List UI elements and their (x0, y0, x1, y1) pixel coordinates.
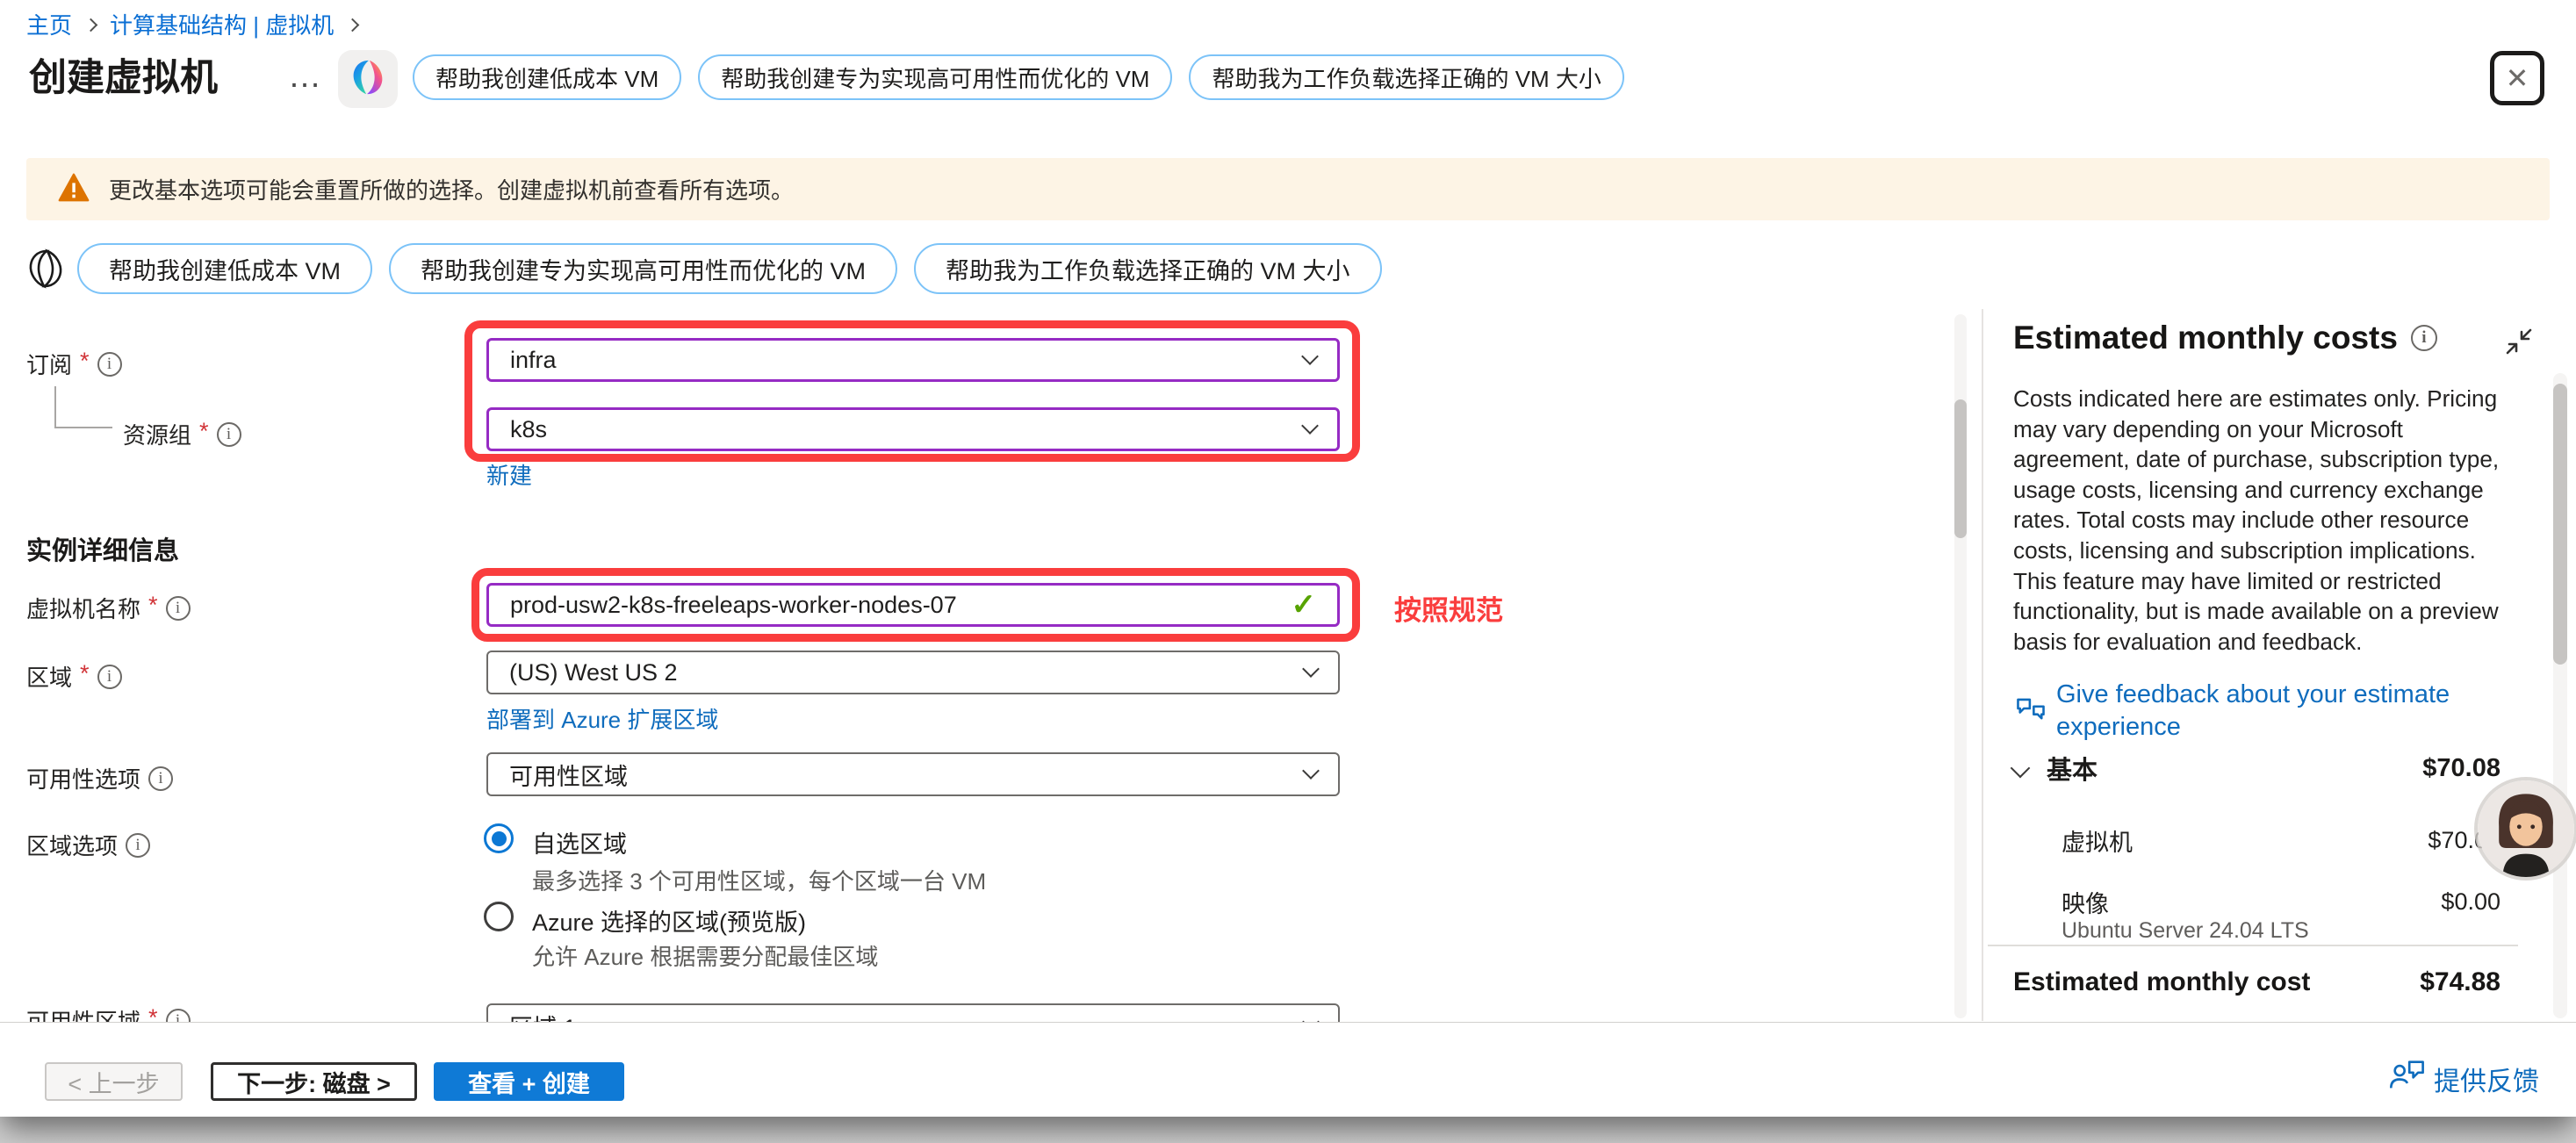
cost-panel-title: Estimated monthly costs (2013, 320, 2437, 356)
copilot-outline-icon (25, 248, 67, 294)
warning-icon (58, 173, 90, 206)
assist-button-vm-size[interactable]: 帮助我为工作负载选择正确的 VM 大小 (1189, 54, 1623, 100)
availability-options-value: 可用性区域 (509, 758, 628, 792)
radio-self-select-zones[interactable] (484, 823, 514, 853)
zone-options-label: 区域选项 (26, 829, 150, 861)
avatar[interactable] (2478, 780, 2574, 877)
resource-group-label: 资源组 * (123, 418, 241, 450)
total-amount: $74.88 (2420, 967, 2500, 997)
availability-options-label: 可用性选项 (26, 762, 173, 794)
chevron-down-icon (1302, 762, 1320, 780)
region-dropdown[interactable]: (US) West US 2 (486, 651, 1340, 694)
footer-bar: < 上一步 下一步: 磁盘 > 查看 + 创建 提供反馈 (0, 1022, 2576, 1117)
close-button[interactable]: ✕ (2490, 51, 2544, 105)
cost-total-row: Estimated monthly cost $74.88 (2013, 967, 2500, 997)
cost-item-sub: Ubuntu Server 24.04 LTS (2062, 918, 2309, 944)
required-asterisk: * (199, 418, 209, 445)
copilot-button[interactable] (338, 50, 398, 108)
total-label: Estimated monthly cost (2013, 967, 2310, 997)
cost-item-row: 映像 $0.00 (2062, 885, 2500, 919)
breadcrumb-home-link[interactable]: 主页 (26, 8, 72, 40)
resource-group-dropdown[interactable]: k8s (486, 407, 1340, 451)
valid-check-icon: ✓ (1292, 587, 1317, 622)
radio-self-select-zones-label[interactable]: 自选区域 (532, 825, 627, 859)
vm-name-value: prod-usw2-k8s-freeleaps-worker-nodes-07 (510, 592, 957, 619)
content-divider (1982, 309, 1983, 1021)
info-icon[interactable] (97, 665, 122, 689)
banner-text: 更改基本选项可能会重置所做的选择。创建虚拟机前查看所有选项。 (109, 173, 794, 205)
next-disks-button[interactable]: 下一步: 磁盘 > (211, 1062, 417, 1101)
resource-group-connector (54, 386, 56, 428)
info-icon[interactable] (148, 766, 173, 791)
review-create-button[interactable]: 查看 + 创建 (434, 1062, 624, 1101)
assist-button-high-availability[interactable]: 帮助我创建专为实现高可用性而优化的 VM (389, 243, 897, 294)
assist-button-low-cost[interactable]: 帮助我创建低成本 VM (77, 243, 372, 294)
required-asterisk: * (148, 592, 158, 619)
new-resource-group-link[interactable]: 新建 (486, 458, 532, 491)
chevron-down-icon (1301, 417, 1319, 435)
panel-scrollbar-thumb[interactable] (2553, 384, 2567, 665)
more-options-button[interactable]: … (288, 58, 323, 96)
cost-item-label: 虚拟机 (2062, 823, 2133, 858)
chevron-right-icon (84, 18, 98, 32)
estimate-feedback-link[interactable]: Give feedback about your estimate experi… (2056, 679, 2478, 744)
required-asterisk: * (80, 660, 90, 687)
previous-button[interactable]: < 上一步 (45, 1062, 183, 1101)
breadcrumb: 主页 计算基础结构 | 虚拟机 (26, 8, 357, 40)
chevron-right-icon (346, 18, 360, 32)
radio-azure-selected-zones[interactable] (484, 902, 514, 931)
breadcrumb-section-link[interactable]: 计算基础结构 | 虚拟机 (110, 8, 334, 40)
cost-group-row[interactable]: 基本 $70.08 (2013, 750, 2500, 787)
assist-button-high-availability[interactable]: 帮助我创建专为实现高可用性而优化的 VM (698, 54, 1172, 100)
availability-options-dropdown[interactable]: 可用性区域 (486, 752, 1340, 796)
required-asterisk: * (80, 348, 90, 375)
cost-panel-description: Costs indicated here are estimates only.… (2013, 384, 2518, 657)
warning-banner: 更改基本选项可能会重置所做的选择。创建虚拟机前查看所有选项。 (26, 158, 2550, 220)
resource-group-value: k8s (510, 416, 547, 443)
info-icon[interactable] (126, 833, 150, 858)
info-icon[interactable] (2411, 325, 2437, 351)
info-icon[interactable] (166, 596, 191, 621)
vm-name-label: 虚拟机名称 * (26, 592, 191, 624)
region-value: (US) West US 2 (509, 659, 678, 687)
info-icon[interactable] (217, 422, 241, 447)
main-scrollbar-thumb[interactable] (1954, 399, 1967, 538)
cost-group-amount: $70.08 (2422, 754, 2500, 783)
radio-self-select-zones-desc: 最多选择 3 个可用性区域，每个区域一台 VM (532, 864, 986, 896)
chevron-down-icon (1301, 348, 1319, 365)
assist-button-vm-size[interactable]: 帮助我为工作负载选择正确的 VM 大小 (914, 243, 1382, 294)
resource-group-connector (54, 427, 112, 428)
region-label: 区域 * (26, 660, 122, 693)
copilot-suggestions-row: 帮助我创建低成本 VM 帮助我创建专为实现高可用性而优化的 VM 帮助我为工作负… (77, 243, 1382, 294)
create-vm-flyout: 主页 计算基础结构 | 虚拟机 创建虚拟机 … 帮助我创建低成本 VM 帮助我创… (0, 0, 2576, 1117)
info-icon[interactable] (97, 352, 122, 377)
radio-azure-selected-zones-desc: 允许 Azure 根据需要分配最佳区域 (532, 939, 878, 972)
cost-item-label: 映像 (2062, 885, 2109, 919)
collapse-panel-icon[interactable] (2504, 327, 2534, 361)
instance-details-heading: 实例详细信息 (26, 530, 179, 567)
cost-divider (1988, 945, 2518, 946)
subscription-dropdown[interactable]: infra (486, 338, 1340, 382)
radio-azure-selected-zones-label[interactable]: Azure 选择的区域(预览版) (532, 903, 806, 938)
chevron-down-icon (1302, 660, 1320, 678)
page-title: 创建虚拟机 (29, 47, 218, 102)
subscription-label: 订阅 * (26, 348, 122, 380)
subscription-value: infra (510, 347, 557, 374)
give-feedback-link[interactable]: 提供反馈 (2434, 1060, 2539, 1098)
annotation-text: 按照规范 (1394, 588, 1503, 628)
cost-group-label: 基本 (2047, 750, 2097, 787)
copilot-suggestions-row-header: 帮助我创建低成本 VM 帮助我创建专为实现高可用性而优化的 VM 帮助我为工作负… (413, 54, 1624, 100)
chevron-expanded-icon[interactable] (2011, 758, 2031, 779)
cost-item-row: 虚拟机 $70.08 (2062, 823, 2500, 858)
azure-portal-screen: 主页 计算基础结构 | 虚拟机 创建虚拟机 … 帮助我创建低成本 VM 帮助我创… (0, 0, 2576, 1143)
feedback-bubbles-icon (2014, 692, 2047, 730)
assist-button-low-cost[interactable]: 帮助我创建低成本 VM (413, 54, 681, 100)
feedback-persons-icon (2388, 1058, 2427, 1096)
vm-name-input[interactable]: prod-usw2-k8s-freeleaps-worker-nodes-07 … (486, 583, 1340, 627)
deploy-extended-zone-link[interactable]: 部署到 Azure 扩展区域 (486, 702, 718, 735)
cost-item-amount: $0.00 (2441, 888, 2500, 916)
copilot-icon (348, 57, 388, 102)
close-icon: ✕ (2506, 61, 2529, 95)
